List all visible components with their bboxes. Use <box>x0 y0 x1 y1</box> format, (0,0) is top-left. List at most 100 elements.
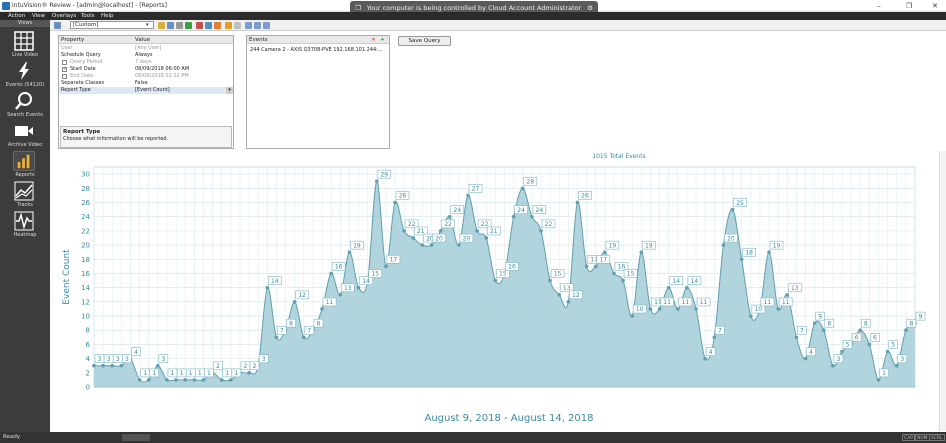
data-point[interactable] <box>511 214 516 219</box>
sidebar-item-reports[interactable]: Reports <box>0 151 50 179</box>
data-point[interactable] <box>803 356 808 361</box>
data-point[interactable] <box>749 314 753 318</box>
property-value[interactable]: 7 days <box>135 59 152 66</box>
property-row[interactable]: User [Any User] <box>59 45 233 52</box>
data-point[interactable] <box>247 371 251 375</box>
save-query-button[interactable]: Save Query <box>398 36 451 46</box>
sidebar-item-live-video[interactable]: Live Video <box>0 31 50 59</box>
print-icon[interactable] <box>176 22 183 29</box>
data-point[interactable] <box>292 300 297 304</box>
data-point[interactable] <box>457 243 461 247</box>
data-point[interactable] <box>603 250 607 254</box>
menu-action[interactable]: Action <box>8 12 25 20</box>
data-point[interactable] <box>384 264 388 269</box>
data-point[interactable] <box>137 378 142 382</box>
add-event-button[interactable]: + <box>379 37 386 43</box>
data-point[interactable] <box>593 264 598 269</box>
data-point[interactable] <box>320 307 324 311</box>
data-point[interactable] <box>447 214 452 219</box>
data-point[interactable] <box>329 271 333 276</box>
dropdown-arrow-icon[interactable]: ▾ <box>226 87 233 94</box>
property-row[interactable]: ✓ Start Date 08/09/2018 06:00 AM <box>59 66 233 73</box>
property-value[interactable]: 08/09/2018 02:32 PM <box>135 73 189 80</box>
data-point[interactable] <box>438 229 443 233</box>
data-point[interactable] <box>393 200 397 205</box>
data-point[interactable] <box>685 285 689 290</box>
data-point[interactable] <box>557 292 562 297</box>
data-point[interactable] <box>92 363 96 368</box>
chart-vertical-scrollbar[interactable] <box>939 151 946 431</box>
save-icon[interactable] <box>167 22 174 29</box>
data-point[interactable] <box>174 378 178 382</box>
data-point[interactable] <box>676 307 680 311</box>
report-selector[interactable]: [Custom] <box>70 21 154 29</box>
data-point[interactable] <box>666 285 671 290</box>
property-row[interactable]: Report Type [Event Count] ▾ <box>59 87 233 94</box>
data-point[interactable] <box>703 356 707 361</box>
data-point[interactable] <box>730 207 735 212</box>
data-point[interactable] <box>885 349 890 354</box>
data-point[interactable] <box>156 363 160 368</box>
data-point[interactable] <box>183 378 188 382</box>
data-point[interactable] <box>767 250 771 254</box>
report-list-icon[interactable] <box>54 22 61 29</box>
data-point[interactable] <box>867 342 872 347</box>
data-point[interactable] <box>466 193 470 198</box>
data-point[interactable] <box>785 292 790 297</box>
maximize-button[interactable]: ❐ <box>903 1 915 11</box>
data-point[interactable] <box>712 335 717 340</box>
data-point[interactable] <box>520 186 525 191</box>
open-folder-icon[interactable] <box>158 22 165 29</box>
data-point[interactable] <box>776 307 780 311</box>
data-point[interactable] <box>302 335 306 340</box>
data-point[interactable] <box>876 378 881 382</box>
data-point[interactable] <box>840 349 844 354</box>
property-row[interactable]: Schedule Query Always <box>59 52 233 59</box>
data-point[interactable] <box>721 243 726 247</box>
copy-icon[interactable] <box>245 22 252 29</box>
property-value[interactable]: Always <box>135 52 153 59</box>
data-point[interactable] <box>201 378 206 382</box>
property-checkbox[interactable] <box>62 60 67 65</box>
property-value[interactable]: False <box>135 80 148 87</box>
sidebar-item-archive-video[interactable]: Archive Video <box>0 121 50 149</box>
data-point[interactable] <box>821 328 826 333</box>
data-point[interactable] <box>657 307 662 311</box>
data-point[interactable] <box>420 243 425 247</box>
data-point[interactable] <box>411 236 416 240</box>
export-icon[interactable] <box>225 22 232 29</box>
data-point[interactable] <box>484 236 489 240</box>
data-point[interactable] <box>904 328 908 333</box>
data-point[interactable] <box>402 229 406 233</box>
data-point[interactable] <box>584 264 589 269</box>
remove-event-button[interactable]: ✕ <box>370 37 377 43</box>
data-point[interactable] <box>356 285 361 290</box>
data-point[interactable] <box>612 271 616 276</box>
sidebar-item-events[interactable]: Events (54120) <box>0 61 50 89</box>
pie-chart-type-icon[interactable] <box>214 22 221 29</box>
data-point[interactable] <box>274 335 279 340</box>
data-point[interactable] <box>429 243 434 247</box>
property-value[interactable]: [Any User] <box>135 45 161 52</box>
data-point[interactable] <box>110 363 115 368</box>
menu-overlays[interactable]: Overlays <box>52 12 76 20</box>
data-point[interactable] <box>831 363 835 368</box>
data-point[interactable] <box>146 378 151 382</box>
sidebar-item-search-events[interactable]: Search Events <box>0 91 50 119</box>
run-report-icon[interactable] <box>185 22 192 29</box>
menu-view[interactable]: View <box>32 12 45 20</box>
data-point[interactable] <box>630 314 635 318</box>
close-window-button[interactable]: ✕ <box>929 1 941 11</box>
data-point[interactable] <box>229 378 233 382</box>
data-point[interactable] <box>530 214 534 219</box>
minimize-button[interactable]: – <box>873 1 885 11</box>
property-row[interactable]: Separate Classes False <box>59 80 233 87</box>
data-point[interactable] <box>493 278 498 283</box>
sidebar-item-heatmap[interactable]: Heatmap <box>0 211 50 239</box>
property-row[interactable]: End Date 08/09/2018 02:32 PM <box>59 73 233 80</box>
data-point[interactable] <box>694 307 698 311</box>
data-point[interactable] <box>265 285 270 290</box>
data-point[interactable] <box>739 257 744 262</box>
data-point[interactable] <box>621 278 625 283</box>
menu-help[interactable]: Help <box>101 12 114 20</box>
